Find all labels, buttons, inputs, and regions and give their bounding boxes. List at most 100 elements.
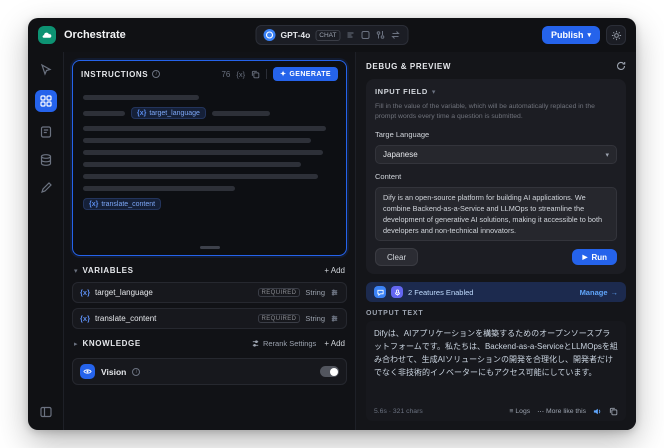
- variable-token-icon: {x}: [80, 314, 91, 323]
- variable-settings-icon[interactable]: [330, 288, 339, 297]
- chevron-down-icon: ▾: [587, 31, 591, 39]
- debug-header: DEBUG & PREVIEW: [366, 61, 626, 71]
- copy-output-icon[interactable]: [609, 407, 618, 416]
- instructions-title: INSTRUCTIONS: [81, 69, 149, 79]
- arrow-right-icon: →: [610, 287, 619, 297]
- chevron-down-icon: ▾: [431, 88, 436, 96]
- play-icon: ▶: [582, 254, 588, 262]
- app-settings-button[interactable]: [606, 25, 626, 45]
- output-title: OUTPUT TEXT: [366, 310, 424, 318]
- add-knowledge-button[interactable]: + Add: [324, 339, 345, 348]
- orchestrate-panel: INSTRUCTIONS i 76 {x} ✦ GENERATE {x} tar…: [64, 52, 356, 430]
- content-label: Content: [375, 172, 402, 182]
- prompt-editor[interactable]: {x} target_language {x} translate_conten…: [73, 87, 346, 255]
- model-name: GPT-4o: [280, 30, 311, 40]
- input-field-description: Fill in the value of the variable, which…: [375, 103, 595, 121]
- variable-type: String: [305, 288, 325, 297]
- model-selector[interactable]: GPT-4o CHAT: [255, 25, 409, 45]
- knowledge-header[interactable]: ▸ KNOWLEDGE Rerank Settings + Add: [72, 337, 347, 350]
- variable-braces-icon[interactable]: {x}: [236, 70, 245, 79]
- nav-logs-icon[interactable]: [38, 124, 54, 140]
- output-text: Difyは、AIアプリケーションを構築するためのオープンソースプラットフォームで…: [374, 329, 618, 377]
- prompt-text-line: [83, 186, 235, 191]
- prompt-text-line: [83, 162, 301, 167]
- instructions-header: INSTRUCTIONS i 76 {x} ✦ GENERATE: [73, 61, 346, 87]
- prompt-text-line: [83, 126, 326, 131]
- variable-chip-target-language[interactable]: {x} target_language: [131, 107, 206, 119]
- logs-button[interactable]: ≡ Logs: [509, 408, 530, 415]
- opening-statement-icon: [374, 286, 386, 299]
- main-area: INSTRUCTIONS i 76 {x} ✦ GENERATE {x} tar…: [28, 52, 636, 430]
- vision-feature-row: Vision i: [72, 358, 347, 385]
- scroll-indicator[interactable]: [199, 246, 220, 249]
- variable-chip-translate-content[interactable]: {x} translate_content: [83, 198, 162, 210]
- required-badge: REQUIRED: [257, 288, 301, 297]
- variable-settings-icon[interactable]: [330, 314, 339, 323]
- model-provider-icon: [263, 29, 276, 41]
- output-stats: 5.6s · 321 chars: [374, 408, 423, 415]
- chevron-right-icon: ▸: [74, 340, 78, 348]
- prompt-text-line: [83, 150, 324, 155]
- more-like-this-button[interactable]: ⋯ More like this: [537, 408, 586, 416]
- target-language-label: Targe Language: [375, 130, 430, 140]
- speech-to-text-icon: [391, 286, 403, 299]
- menu-icon: ≡: [509, 408, 514, 415]
- topbar-actions: Publish ▾: [541, 25, 626, 45]
- nav-annotation-icon[interactable]: [38, 180, 54, 196]
- knowledge-title: KNOWLEDGE: [82, 339, 141, 348]
- nav-orchestrate-item[interactable]: [34, 90, 57, 112]
- input-field-card: INPUT FIELD ▾ Fill in the value of the v…: [366, 79, 626, 275]
- char-count: 76: [221, 69, 231, 79]
- variable-row-target-language[interactable]: {x} target_language REQUIRED String: [72, 282, 347, 303]
- text-to-speech-icon[interactable]: [593, 407, 602, 416]
- temperature-icon: [345, 30, 355, 40]
- pointer-icon[interactable]: [38, 62, 54, 78]
- publish-button[interactable]: Publish ▾: [541, 26, 600, 44]
- features-enabled-label: 2 Features Enabled: [408, 287, 474, 297]
- clear-button[interactable]: Clear: [375, 248, 419, 267]
- prompt-text-line: {x} translate_content: [83, 198, 336, 210]
- debug-actions: Clear ▶ Run: [375, 248, 617, 267]
- sparkle-icon: ✦: [280, 71, 287, 78]
- left-nav-rail: [28, 52, 64, 430]
- input-field-header[interactable]: INPUT FIELD ▾: [375, 87, 617, 96]
- content-input[interactable]: Dify is an open-source platform for buil…: [375, 187, 617, 242]
- rerank-settings-button[interactable]: Rerank Settings: [251, 339, 316, 348]
- required-badge: REQUIRED: [257, 314, 301, 323]
- dify-logo-icon: [38, 26, 56, 44]
- features-bar[interactable]: 2 Features Enabled Manage →: [366, 282, 626, 303]
- target-language-select[interactable]: Japanese ▾: [375, 145, 617, 165]
- swap-model-icon: [390, 30, 400, 40]
- variables-section: ▾ VARIABLES + Add {x} target_language RE…: [72, 264, 347, 329]
- debug-title: DEBUG & PREVIEW: [366, 61, 452, 71]
- params-icon: [375, 30, 385, 40]
- add-variable-button[interactable]: + Add: [324, 266, 345, 275]
- vision-icon: [80, 364, 95, 379]
- output-section: OUTPUT TEXT Difyは、AIアプリケーションを構築するためのオープン…: [366, 310, 626, 421]
- divider: [266, 69, 268, 79]
- app-window: Orchestrate GPT-4o CHAT Publish ▾ INSTRU…: [28, 18, 636, 430]
- prompt-text-line: [83, 95, 200, 100]
- top-bar: Orchestrate GPT-4o CHAT Publish ▾: [28, 18, 636, 52]
- knowledge-section: ▸ KNOWLEDGE Rerank Settings + Add: [72, 337, 347, 350]
- refresh-icon[interactable]: [616, 61, 626, 71]
- output-card: Difyは、AIアプリケーションを構築するためのオープンソースプラットフォームで…: [366, 321, 626, 421]
- page-title: Orchestrate: [64, 29, 126, 41]
- variable-type: String: [305, 314, 325, 323]
- variables-header[interactable]: ▾ VARIABLES + Add: [72, 264, 347, 277]
- variables-title: VARIABLES: [82, 266, 134, 275]
- tokens-icon: [360, 30, 370, 40]
- variable-row-translate-content[interactable]: {x} translate_content REQUIRED String: [72, 308, 347, 329]
- run-button[interactable]: ▶ Run: [572, 249, 617, 266]
- debug-panel: DEBUG & PREVIEW INPUT FIELD ▾ Fill in th…: [356, 52, 636, 430]
- collapse-sidebar-icon[interactable]: [38, 404, 54, 420]
- chevron-down-icon: ▾: [74, 267, 78, 275]
- prompt-text-line: [83, 174, 319, 179]
- nav-datasets-icon[interactable]: [38, 152, 54, 168]
- copy-prompt-icon[interactable]: [251, 70, 260, 79]
- generate-button[interactable]: ✦ GENERATE: [273, 67, 338, 81]
- chevron-down-icon: ▾: [605, 151, 609, 159]
- vision-toggle[interactable]: [320, 366, 339, 377]
- info-icon: i: [132, 367, 141, 376]
- manage-features-link[interactable]: Manage →: [580, 288, 618, 297]
